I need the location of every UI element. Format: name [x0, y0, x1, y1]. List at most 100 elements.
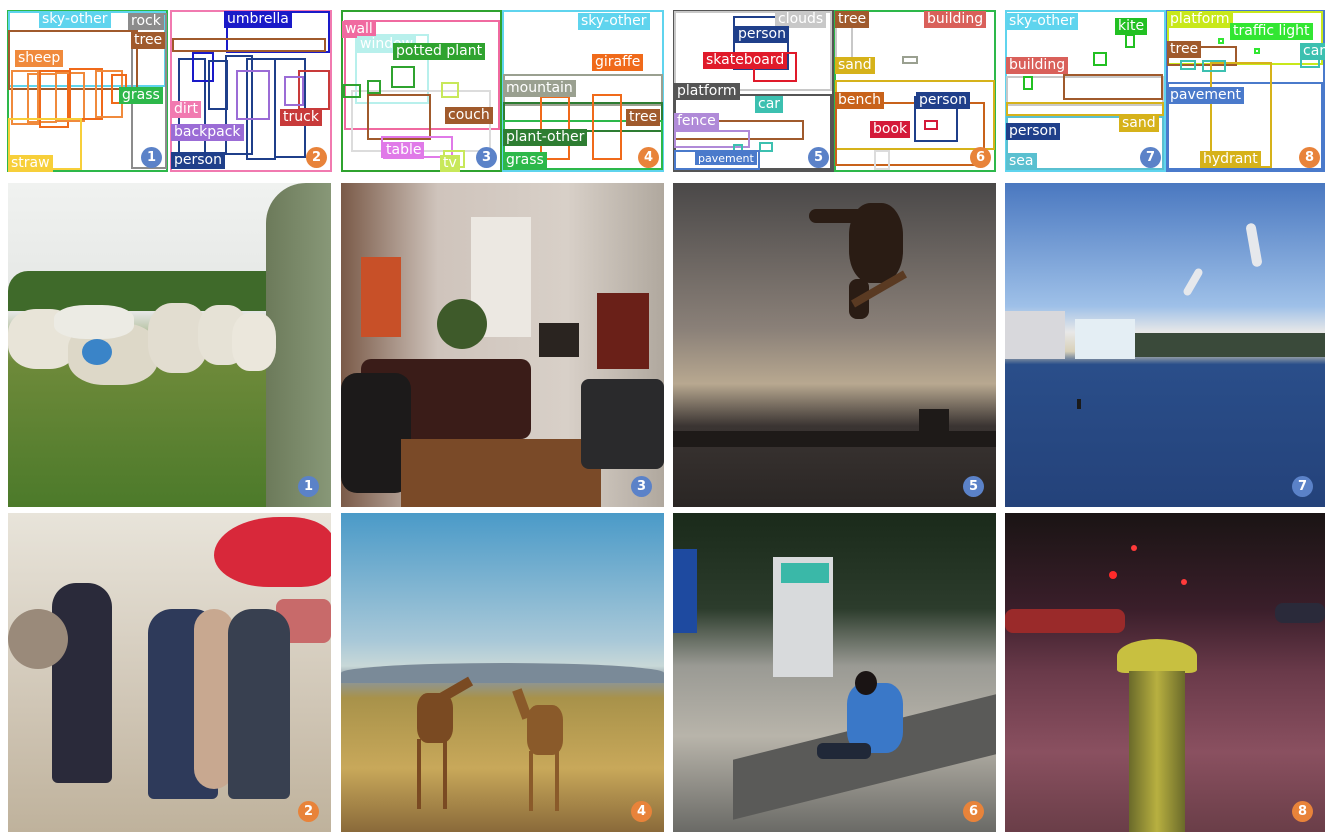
sheep-mark	[82, 339, 112, 365]
photo-fire-hydrant-night: 8	[1005, 513, 1325, 832]
layout-panel-2: umbrella dirt backpack truck person 2	[170, 10, 332, 172]
kiosk-sign	[781, 563, 829, 583]
label-sheep: sheep	[15, 50, 64, 67]
layout-panel-8: platform traffic light tree car pavement…	[1166, 10, 1325, 172]
layout-badge: 7	[1140, 147, 1161, 168]
label-platform: platform	[674, 83, 740, 100]
hydrant-body	[1129, 671, 1185, 832]
car	[1005, 609, 1125, 633]
label-straw: straw	[8, 155, 53, 172]
label-pavement: pavement	[1167, 87, 1244, 104]
kite	[1245, 222, 1263, 268]
cabinet	[361, 257, 401, 337]
hydrant-top	[1117, 639, 1197, 673]
photo-sheep-meadow: 1	[8, 183, 331, 507]
layout-panel-6: tree building sand bench person book 6	[834, 10, 996, 172]
label-sky-other: sky-other	[1006, 13, 1078, 30]
label-truck: truck	[280, 109, 322, 126]
label-book: book	[870, 121, 911, 138]
mountains	[341, 663, 664, 683]
box-truck	[172, 38, 326, 52]
giraffe-neck	[512, 688, 532, 720]
label-tree: tree	[835, 11, 870, 28]
sheep	[54, 305, 134, 339]
box-car	[1202, 60, 1226, 72]
photo-living-room: 3	[341, 183, 664, 507]
box-potted-plant	[391, 66, 415, 88]
label-building: building	[924, 11, 987, 28]
plant	[437, 299, 487, 349]
label-hydrant: hydrant	[1200, 151, 1261, 168]
box-kite	[1125, 34, 1135, 48]
photo-skateboard-jump: 5	[673, 183, 996, 507]
photo-beach-people-umbrella: 2	[8, 513, 331, 832]
box-giraffe	[540, 96, 570, 160]
label-car: car	[1300, 43, 1325, 60]
label-tree: tree	[626, 109, 661, 126]
label-traffic-light: traffic light	[1230, 23, 1313, 40]
box-backpack	[284, 76, 304, 106]
label-building: building	[1006, 57, 1069, 74]
layout-panel-7: sky-other kite building person sand sea …	[1005, 10, 1166, 172]
giraffe-legs	[417, 739, 449, 809]
box-building	[1063, 74, 1163, 100]
box-tv	[441, 82, 459, 98]
box-sand	[1006, 102, 1164, 116]
layout-badge: 8	[1299, 147, 1320, 168]
label-table: table	[383, 142, 425, 159]
umbrella	[214, 517, 331, 587]
label-grass: grass	[503, 152, 547, 169]
floor	[401, 439, 601, 507]
label-sand: sand	[1119, 115, 1159, 132]
label-pavement: pavement	[695, 152, 757, 165]
trees	[1135, 333, 1325, 357]
box-kite	[1093, 52, 1107, 66]
label-rock: rock	[128, 13, 164, 30]
label-sky-other: sky-other	[578, 13, 650, 30]
photo-giraffes-savanna: 4	[341, 513, 664, 832]
person	[52, 583, 112, 783]
box-car	[759, 142, 773, 152]
label-sea: sea	[1006, 153, 1037, 170]
layout-badge: 1	[141, 147, 162, 168]
portable-toilet	[673, 549, 697, 633]
layout-panel-5: clouds person skateboard platform car fe…	[673, 10, 834, 172]
label-platform: platform	[1167, 11, 1233, 28]
label-kite: kite	[1115, 18, 1148, 35]
label-tree: tree	[1167, 41, 1202, 58]
label-giraffe: giraffe	[592, 54, 644, 71]
layout-badge: 6	[970, 147, 991, 168]
label-fence: fence	[674, 113, 719, 130]
box-backpack	[236, 70, 270, 120]
layout-badge: 3	[476, 147, 497, 168]
label-tv: tv	[440, 155, 460, 172]
photo-badge: 1	[298, 476, 319, 497]
person	[228, 609, 290, 799]
label-person: person	[171, 152, 225, 169]
label-plant-other: plant-other	[503, 129, 588, 146]
photo-badge: 6	[963, 801, 984, 822]
box-couch	[367, 94, 431, 140]
car	[1275, 603, 1325, 623]
traffic-light	[1131, 545, 1137, 551]
sheep	[232, 313, 276, 371]
layout-badge: 2	[306, 147, 327, 168]
box-traffic-light	[1218, 38, 1224, 44]
label-backpack: backpack	[171, 124, 244, 141]
photo-person-reading-bench: 6	[673, 513, 996, 832]
photo-badge: 8	[1292, 801, 1313, 822]
ramp	[919, 409, 949, 439]
layout-panel-1: sky-other rock tree sheep grass straw 1	[7, 10, 168, 172]
tree-line	[8, 271, 308, 311]
label-sky-other: sky-other	[39, 11, 111, 28]
tv	[539, 323, 579, 357]
box-giraffe	[592, 94, 622, 160]
giraffe	[417, 693, 453, 743]
person-head	[855, 671, 877, 695]
layout-badge: 4	[638, 147, 659, 168]
label-car: car	[755, 96, 784, 113]
photo-badge: 5	[963, 476, 984, 497]
traffic-light	[1181, 579, 1187, 585]
box-book	[924, 120, 938, 130]
skater-leg	[809, 209, 869, 223]
